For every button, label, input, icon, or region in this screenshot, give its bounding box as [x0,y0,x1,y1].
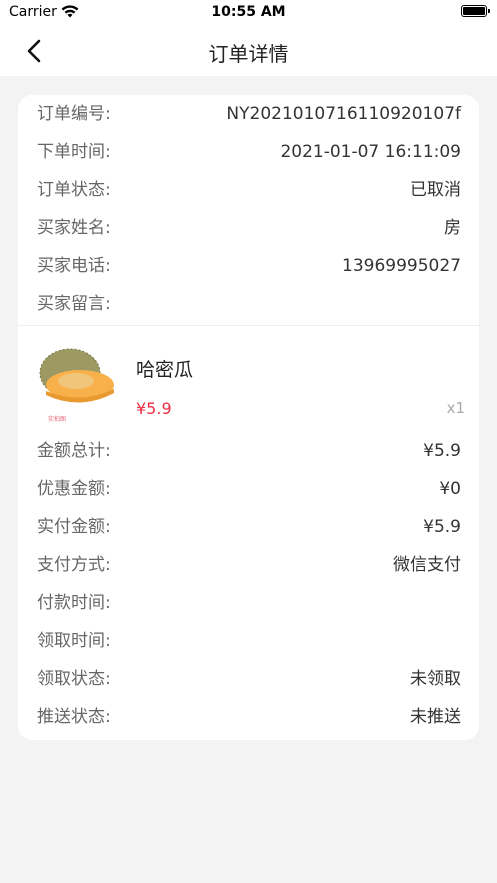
order-time-label: 下单时间: [37,142,111,162]
buyer-phone-value: 13969995027 [342,256,461,276]
order-detail-card: 订单编号: NY202101071611092010​7f 下单时间: 2021… [18,95,479,740]
push-status-value: 未推送 [410,707,461,727]
push-status-label: 推送状态: [37,707,111,727]
order-status-label: 订单状态: [37,180,111,200]
product-price: ¥5.9 [136,399,172,418]
payment-method-value: 微信支付 [393,555,461,575]
pickup-time-row: 领取时间: [18,626,479,656]
order-number-value: NY202101071611092010​7f [226,104,461,124]
pickup-status-row: 领取状态: 未领取 [18,664,479,694]
discount-amount-row: 优惠金额: ¥0 [18,474,479,504]
product-item[interactable]: 实拍图 哈密瓜 ¥5.9 x1 [18,333,479,425]
order-number-row: 订单编号: NY202101071611092010​7f [18,99,479,129]
product-quantity: x1 [446,399,465,417]
order-status-value: 已取消 [410,180,461,200]
product-name: 哈密瓜 [136,359,194,381]
buyer-phone-row: 买家电话: 13969995027 [18,251,479,281]
nav-bar: 订单详情 [0,26,497,76]
buyer-name-value: 房 [444,218,461,238]
battery-icon [461,5,490,17]
payment-time-label: 付款时间: [37,593,111,613]
order-status-row: 订单状态: 已取消 [18,175,479,205]
clock: 10:55 AM [211,4,286,20]
total-amount-label: 金额总计: [37,441,111,461]
pickup-time-label: 领取时间: [37,631,111,651]
buyer-message-row: 买家留言: [18,289,479,319]
payment-method-row: 支付方式: 微信支付 [18,550,479,580]
order-time-row: 下单时间: 2021-01-07 16:11:09 [18,137,479,167]
buyer-message-label: 买家留言: [37,294,111,314]
status-bar: Carrier 10:55 AM [0,0,497,26]
total-amount-value: ¥5.9 [423,441,461,461]
pickup-status-label: 领取状态: [37,669,111,689]
paid-amount-value: ¥5.9 [423,517,461,537]
payment-method-label: 支付方式: [37,555,111,575]
order-number-label: 订单编号: [37,104,111,124]
push-status-row: 推送状态: 未推送 [18,702,479,732]
discount-amount-label: 优惠金额: [37,479,111,499]
payment-time-row: 付款时间: [18,588,479,618]
page-title: 订单详情 [208,42,289,66]
buyer-name-label: 买家姓名: [37,218,111,238]
buyer-name-row: 买家姓名: 房 [18,213,479,243]
paid-amount-label: 实付金额: [37,517,111,537]
discount-amount-value: ¥0 [439,479,461,499]
melon-image: 实拍图 [39,348,114,423]
divider [18,325,479,326]
total-amount-row: 金额总计: ¥5.9 [18,436,479,466]
paid-amount-row: 实付金额: ¥5.9 [18,512,479,542]
buyer-phone-label: 买家电话: [37,256,111,276]
order-time-value: 2021-01-07 16:11:09 [280,142,461,162]
svg-text:实拍图: 实拍图 [48,415,66,423]
pickup-status-value: 未领取 [410,669,461,689]
